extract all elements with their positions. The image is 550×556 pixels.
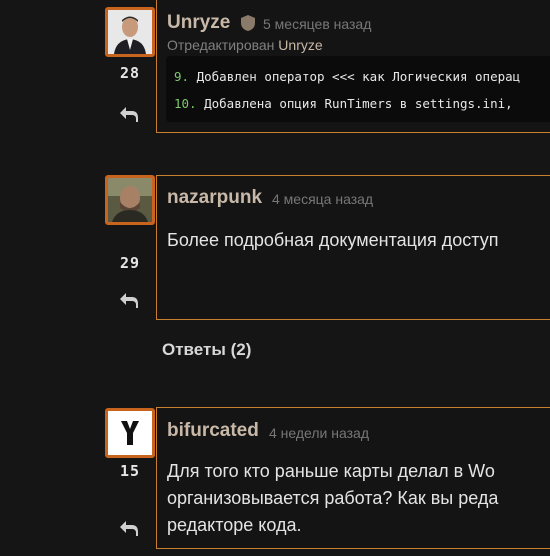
code-line: 10. Добавлена опция RunTimers в settings… (174, 96, 513, 111)
avatar[interactable] (105, 408, 155, 458)
comment-author[interactable]: bifurcated (167, 420, 259, 442)
code-line-number: 10. (174, 96, 197, 111)
comment-body: Более подробная документация доступ (167, 230, 499, 250)
comment-author[interactable]: Unryze (167, 12, 230, 34)
comment-body-line: редакторе кода. (167, 515, 302, 535)
comment-time: 5 месяцев назад (263, 16, 372, 32)
comment-time: 4 месяца назад (272, 191, 374, 207)
reply-button[interactable] (118, 290, 142, 310)
code-line: 9. Добавлен оператор <<< как Логическия … (174, 69, 520, 84)
shield-icon (240, 14, 256, 37)
replies-toggle[interactable]: Ответы (2) (162, 340, 251, 360)
edited-prefix: Отредактирован (167, 37, 275, 53)
comment-score: 15 (119, 462, 141, 480)
code-block: 9. Добавлен оператор <<< как Логическия … (166, 56, 550, 122)
comment-score: 28 (119, 64, 141, 82)
reply-icon (120, 107, 138, 122)
reply-button[interactable] (118, 518, 142, 538)
reply-icon (120, 293, 138, 308)
reply-icon (120, 521, 138, 536)
comment-body-line: организовывается работа? Как вы реда (167, 488, 499, 508)
code-line-number: 9. (174, 69, 190, 84)
comment-body-line: Для того кто раньше карты делал в Wo (167, 461, 495, 481)
comment-author[interactable]: nazarpunk (167, 187, 262, 209)
code-line-text: Добавлена опция RunTimers в settings.ini… (196, 96, 513, 111)
avatar[interactable] (105, 175, 155, 225)
code-line-text: Добавлен оператор <<< как Логическия опе… (189, 69, 521, 84)
comment-score: 29 (119, 254, 141, 272)
avatar-image (108, 10, 152, 54)
edited-by[interactable]: Unryze (278, 37, 322, 53)
avatar[interactable] (105, 7, 155, 57)
avatar-image (108, 178, 152, 222)
avatar-image (108, 411, 152, 455)
edited-line: Отредактирован Unryze (167, 37, 323, 53)
reply-button[interactable] (118, 104, 142, 124)
comment-time: 4 недели назад (269, 425, 369, 441)
